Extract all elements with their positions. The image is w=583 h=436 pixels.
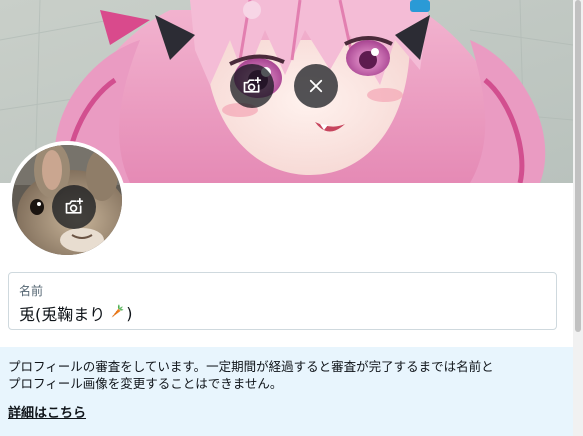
name-field[interactable]: 名前 兎(兎鞠まり ) — [8, 272, 557, 330]
scrollbar-thumb[interactable] — [575, 0, 581, 332]
profile-avatar-frame — [8, 141, 126, 259]
edit-profile-page: 名前 兎(兎鞠まり ) プロフィールの審査をしています。一定期間が経過すると審査… — [0, 0, 583, 436]
camera-plus-icon — [242, 76, 262, 96]
change-header-photo-button[interactable] — [230, 64, 274, 108]
remove-header-photo-button[interactable] — [294, 64, 338, 108]
camera-plus-icon — [64, 197, 84, 217]
name-value-suffix: ) — [126, 303, 133, 323]
details-link[interactable]: 詳細はこちら — [8, 402, 86, 421]
notice-line-1: プロフィールの審査をしています。一定期間が経過すると審査が完了するまでは名前と — [8, 359, 494, 374]
carrot-icon — [107, 302, 125, 324]
name-field-value[interactable]: 兎(兎鞠まり ) — [19, 301, 133, 325]
name-value-text: 兎(兎鞠まり — [19, 305, 106, 324]
notice-line-2: プロフィール画像を変更することはできません。 — [8, 376, 283, 391]
profile-review-notice: プロフィールの審査をしています。一定期間が経過すると審査が完了するまでは名前と … — [0, 347, 573, 436]
close-icon — [307, 77, 325, 95]
change-avatar-photo-button[interactable] — [52, 185, 96, 229]
name-field-label: 名前 — [19, 284, 44, 298]
notice-message: プロフィールの審査をしています。一定期間が経過すると審査が完了するまでは名前と … — [8, 358, 565, 392]
